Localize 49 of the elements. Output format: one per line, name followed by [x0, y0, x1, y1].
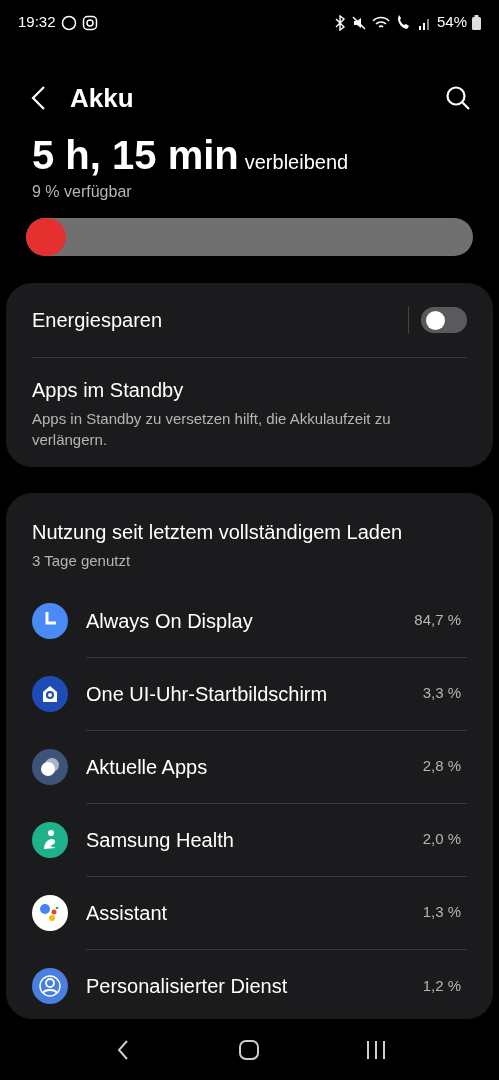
- battery-icon: [472, 15, 481, 30]
- app-usage: 3,3 %: [422, 683, 461, 704]
- back-icon: [30, 85, 46, 111]
- app-row[interactable]: Personalisierter Dienst 1,2 %: [32, 949, 467, 1019]
- app-name: Assistant: [86, 900, 168, 926]
- battery-percent: 54%: [436, 12, 467, 33]
- back-icon: [117, 1038, 130, 1061]
- home-icon: [32, 676, 68, 712]
- runner-icon: [32, 822, 68, 858]
- toggle-switch[interactable]: [421, 307, 467, 333]
- remaining-time: 5 h, 15 min: [32, 132, 239, 179]
- recents-icon: [364, 1038, 387, 1061]
- bluetooth-icon: [333, 14, 346, 31]
- app-row[interactable]: Samsung Health 2,0 %: [32, 803, 467, 877]
- search-button[interactable]: [445, 85, 471, 111]
- app-row[interactable]: Always On Display 84,7 %: [32, 584, 467, 658]
- usage-title: Nutzung seit letztem vollständigem Laden: [32, 520, 404, 545]
- app-name: Aktuelle Apps: [86, 754, 208, 780]
- app-name: One UI-Uhr-Startbildschirm: [86, 681, 328, 707]
- home-icon: [238, 1038, 261, 1061]
- standby-row[interactable]: Apps im Standby Apps in Standby zu versetzen hilft, die Akkulaufzeit zu verlängern.: [32, 358, 467, 467]
- app-usage: 1,3 %: [422, 902, 461, 923]
- app-usage: 84,7 %: [414, 610, 461, 631]
- camera-icon: [81, 14, 98, 31]
- setting-description: Apps in Standby zu versetzen hilft, die Akkulaufzeit zu verlängern.: [32, 409, 392, 450]
- app-name: Samsung Health: [86, 827, 234, 853]
- page-title: Akku: [70, 81, 134, 115]
- available-text: 9 % verfügbar: [31, 182, 133, 202]
- wifi-icon: [371, 14, 390, 31]
- app-row[interactable]: Assistant 1,3 %: [32, 876, 467, 950]
- assistant-icon: [32, 895, 68, 931]
- status-time: 19:32: [18, 12, 56, 33]
- app-name: Personalisierter Dienst: [86, 974, 288, 999]
- app-name: Always On Display: [86, 608, 253, 634]
- app-usage: 1,2 %: [422, 975, 461, 996]
- app-row[interactable]: Aktuelle Apps 2,8 %: [32, 730, 467, 804]
- app-usage: 2,8 %: [422, 756, 461, 777]
- setting-title: Apps im Standby: [32, 378, 185, 403]
- search-icon: [445, 85, 471, 111]
- app-row[interactable]: One UI-Uhr-Startbildschirm 3,3 %: [32, 657, 467, 731]
- app-usage: 2,0 %: [422, 829, 461, 850]
- usage-subtitle: 3 Tage genutzt: [32, 551, 132, 571]
- clock-icon: [32, 603, 68, 639]
- mute-icon: [350, 14, 367, 31]
- toggle-row[interactable]: Energiesparen: [32, 283, 467, 358]
- person-icon: [32, 968, 68, 1004]
- remaining-label: verbleibend: [244, 150, 349, 175]
- overlapping-circles-icon: [32, 749, 68, 785]
- setting-title: Energiesparen: [32, 308, 163, 333]
